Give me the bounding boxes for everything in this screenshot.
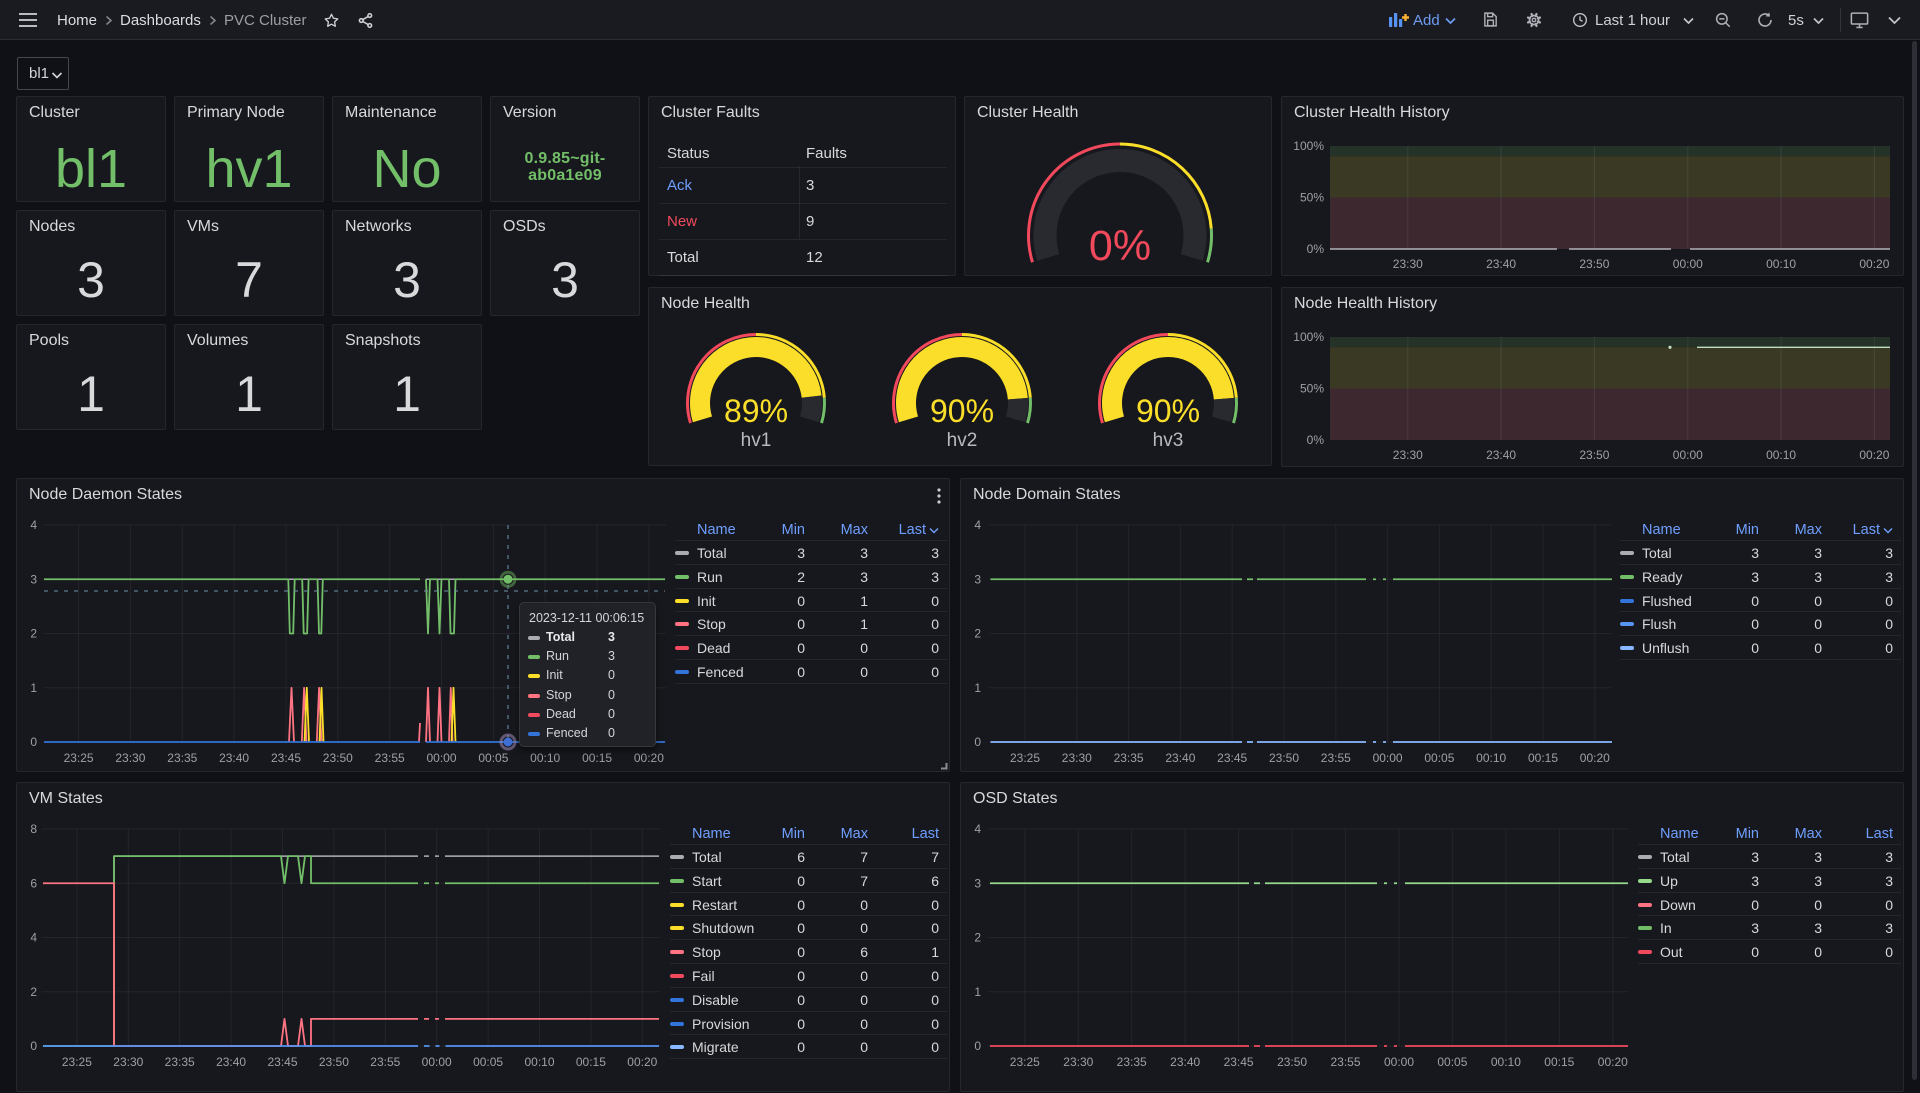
svg-text:00:00: 00:00 (1373, 751, 1403, 765)
svg-text:23:40: 23:40 (1165, 751, 1195, 765)
svg-text:00:10: 00:10 (530, 751, 560, 765)
svg-text:0%: 0% (1307, 242, 1325, 256)
svg-text:23:45: 23:45 (1224, 1055, 1254, 1069)
svg-text:00:15: 00:15 (582, 751, 612, 765)
svg-text:89%: 89% (724, 393, 788, 429)
svg-text:23:35: 23:35 (1117, 1055, 1147, 1069)
svg-text:6: 6 (30, 876, 37, 890)
svg-text:00:00: 00:00 (1384, 1055, 1414, 1069)
svg-text:23:55: 23:55 (1321, 751, 1351, 765)
svg-text:23:55: 23:55 (370, 1055, 400, 1069)
svg-text:00:10: 00:10 (1766, 257, 1796, 271)
svg-text:00:15: 00:15 (576, 1055, 606, 1069)
svg-text:100%: 100% (1293, 139, 1324, 153)
svg-text:23:30: 23:30 (115, 751, 145, 765)
svg-text:23:50: 23:50 (1579, 257, 1609, 271)
svg-text:2: 2 (974, 931, 981, 945)
svg-text:23:30: 23:30 (1063, 1055, 1093, 1069)
svg-text:23:50: 23:50 (1277, 1055, 1307, 1069)
svg-text:1: 1 (974, 985, 981, 999)
svg-text:00:05: 00:05 (478, 751, 508, 765)
svg-text:00:10: 00:10 (1766, 448, 1796, 462)
svg-text:00:20: 00:20 (1580, 751, 1610, 765)
svg-text:23:25: 23:25 (64, 751, 94, 765)
svg-text:hv3: hv3 (1153, 430, 1184, 451)
svg-text:23:40: 23:40 (1486, 257, 1516, 271)
svg-text:23:50: 23:50 (323, 751, 353, 765)
svg-text:23:30: 23:30 (113, 1055, 143, 1069)
svg-text:0: 0 (974, 1039, 981, 1053)
svg-text:23:50: 23:50 (1579, 448, 1609, 462)
svg-text:23:50: 23:50 (319, 1055, 349, 1069)
svg-text:23:40: 23:40 (219, 751, 249, 765)
svg-text:23:35: 23:35 (165, 1055, 195, 1069)
svg-text:0: 0 (974, 735, 981, 749)
svg-text:1: 1 (974, 681, 981, 695)
svg-text:00:20: 00:20 (1859, 257, 1889, 271)
svg-text:2: 2 (974, 627, 981, 641)
svg-text:23:40: 23:40 (1170, 1055, 1200, 1069)
svg-text:23:30: 23:30 (1062, 751, 1092, 765)
svg-text:0%: 0% (1089, 222, 1151, 270)
svg-text:23:35: 23:35 (1114, 751, 1144, 765)
svg-text:hv2: hv2 (947, 430, 978, 451)
svg-text:2: 2 (30, 627, 37, 641)
svg-text:50%: 50% (1300, 382, 1324, 396)
svg-text:4: 4 (974, 822, 981, 836)
svg-text:00:20: 00:20 (1859, 448, 1889, 462)
svg-text:23:45: 23:45 (1217, 751, 1247, 765)
svg-text:00:05: 00:05 (473, 1055, 503, 1069)
svg-text:1: 1 (30, 681, 37, 695)
svg-text:00:20: 00:20 (634, 751, 664, 765)
svg-text:00:20: 00:20 (627, 1055, 657, 1069)
svg-text:00:00: 00:00 (426, 751, 456, 765)
svg-text:0: 0 (30, 1039, 37, 1053)
svg-text:100%: 100% (1293, 330, 1324, 344)
svg-text:0: 0 (30, 735, 37, 749)
svg-text:8: 8 (30, 822, 37, 836)
svg-text:3: 3 (974, 572, 981, 586)
svg-text:90%: 90% (930, 393, 994, 429)
svg-text:4: 4 (974, 518, 981, 532)
svg-text:23:55: 23:55 (375, 751, 405, 765)
svg-text:23:45: 23:45 (267, 1055, 297, 1069)
svg-text:90%: 90% (1136, 393, 1200, 429)
svg-text:00:05: 00:05 (1424, 751, 1454, 765)
svg-text:00:10: 00:10 (524, 1055, 554, 1069)
svg-text:23:40: 23:40 (1486, 448, 1516, 462)
svg-text:00:05: 00:05 (1437, 1055, 1467, 1069)
svg-text:23:30: 23:30 (1393, 257, 1423, 271)
svg-text:23:35: 23:35 (167, 751, 197, 765)
svg-text:23:25: 23:25 (62, 1055, 92, 1069)
svg-text:23:25: 23:25 (1010, 1055, 1040, 1069)
svg-text:3: 3 (30, 572, 37, 586)
svg-text:00:00: 00:00 (422, 1055, 452, 1069)
svg-text:00:00: 00:00 (1673, 448, 1703, 462)
svg-text:2: 2 (30, 985, 37, 999)
svg-text:0%: 0% (1307, 433, 1325, 447)
svg-text:23:45: 23:45 (271, 751, 301, 765)
svg-text:23:40: 23:40 (216, 1055, 246, 1069)
svg-text:50%: 50% (1300, 191, 1324, 205)
svg-text:00:10: 00:10 (1491, 1055, 1521, 1069)
svg-text:00:20: 00:20 (1598, 1055, 1628, 1069)
svg-text:00:00: 00:00 (1673, 257, 1703, 271)
svg-text:00:15: 00:15 (1528, 751, 1558, 765)
svg-text:23:50: 23:50 (1269, 751, 1299, 765)
svg-text:23:30: 23:30 (1393, 448, 1423, 462)
svg-text:4: 4 (30, 518, 37, 532)
svg-text:3: 3 (974, 876, 981, 890)
svg-text:00:10: 00:10 (1476, 751, 1506, 765)
svg-text:4: 4 (30, 931, 37, 945)
svg-text:00:15: 00:15 (1544, 1055, 1574, 1069)
svg-text:23:25: 23:25 (1010, 751, 1040, 765)
svg-text:hv1: hv1 (741, 430, 772, 451)
svg-text:23:55: 23:55 (1330, 1055, 1360, 1069)
